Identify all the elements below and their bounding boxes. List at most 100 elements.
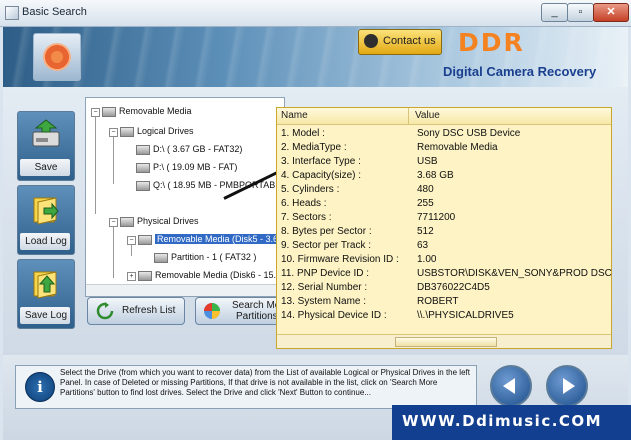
logo-icon	[43, 43, 71, 71]
contact-us-button[interactable]: Contact us	[358, 29, 442, 55]
drive-icon	[136, 180, 150, 191]
tree-item-partition[interactable]: Partition - 1 ( FAT32 )	[154, 252, 256, 263]
property-row: 6. Heads : 255	[277, 197, 611, 211]
back-button[interactable]	[490, 365, 532, 407]
property-value: USBSTOR\DISK&VEN_SONY&PROD DSC	[417, 268, 612, 279]
expand-toggle[interactable]: +	[127, 272, 136, 281]
property-name: 8. Bytes per Sector :	[281, 226, 372, 237]
load-log-label: Load Log	[25, 236, 67, 247]
disk-icon	[120, 216, 134, 227]
property-row: 5. Cylinders : 480	[277, 183, 611, 197]
save-log-button[interactable]: Save Log	[17, 259, 75, 329]
info-box: i Select the Drive (from which you want …	[15, 365, 477, 409]
property-value: ROBERT	[417, 296, 459, 307]
info-text: Select the Drive (from which you want to…	[60, 368, 470, 397]
property-row: 11. PNP Device ID : USBSTOR\DISK&VEN_SONY…	[277, 267, 612, 281]
properties-header: Name Value	[277, 108, 611, 125]
tree-item-p-drive[interactable]: P:\ ( 19.09 MB - FAT)	[136, 162, 237, 173]
next-button[interactable]	[546, 365, 588, 407]
property-row: 2. MediaType : Removable Media	[277, 141, 611, 155]
app-icon	[5, 6, 19, 20]
col-name-header[interactable]: Name	[281, 110, 308, 121]
property-name: 7. Sectors :	[281, 212, 332, 223]
drive-icon	[120, 126, 134, 137]
property-name: 11. PNP Device ID :	[281, 268, 369, 279]
tree-physical-drives[interactable]: Physical Drives	[120, 216, 199, 227]
windows-icon	[204, 303, 220, 319]
properties-horizontal-scrollbar[interactable]	[277, 334, 611, 348]
property-row: 9. Sector per Track : 63	[277, 239, 611, 253]
property-name: 1. Model :	[281, 128, 325, 139]
expand-toggle[interactable]: −	[91, 108, 100, 117]
refresh-list-label: Refresh List	[122, 305, 176, 316]
save-log-label: Save Log	[24, 310, 68, 321]
property-value: Sony DSC USB Device	[417, 128, 521, 139]
drive-icon	[136, 144, 150, 155]
contact-us-label: Contact us	[383, 35, 436, 47]
folder-open-icon	[33, 197, 59, 225]
property-value: 480	[417, 184, 434, 195]
drive-tree[interactable]: − Removable Media − Logical Drives D:\ (…	[85, 97, 285, 297]
load-log-button[interactable]: Load Log	[17, 185, 75, 255]
tree-item-q-drive[interactable]: Q:\ ( 18.95 MB - PMBPORTABLE	[136, 180, 284, 191]
disk-icon	[138, 234, 152, 245]
tree-logical-drives[interactable]: Logical Drives	[120, 126, 194, 137]
watermark-text: WWW.Ddimusic.COM	[402, 412, 603, 430]
arrow-left-icon	[503, 378, 515, 394]
expand-toggle[interactable]: −	[109, 218, 118, 227]
property-name: 2. MediaType :	[281, 142, 347, 153]
computer-icon	[102, 106, 116, 117]
property-row: 10. Firmware Revision ID : 1.00	[277, 253, 611, 267]
drive-properties-panel: Name Value 1. Model : Sony DSC USB Device…	[276, 107, 612, 349]
property-value: 255	[417, 198, 434, 209]
expand-toggle[interactable]: −	[109, 128, 118, 137]
expand-toggle[interactable]: −	[127, 236, 136, 245]
property-value: \\.\PHYSICALDRIVE5	[417, 310, 514, 321]
brand-name: DDR	[458, 28, 525, 57]
minimize-button[interactable]: _	[541, 3, 568, 22]
property-value: Removable Media	[417, 142, 498, 153]
product-name: Digital Camera Recovery	[443, 64, 597, 79]
property-row: 14. Physical Device ID : \\.\PHYSICALDRIV…	[277, 309, 611, 323]
window-title: Basic Search	[22, 6, 87, 18]
close-button[interactable]: ✕	[593, 3, 629, 22]
arrow-right-icon	[563, 378, 575, 394]
save-label: Save	[34, 162, 58, 173]
tree-item-disk5[interactable]: Removable Media (Disk5 - 3.68	[138, 234, 284, 245]
disk-icon	[138, 270, 152, 281]
search-more-partitions-button[interactable]: Search More Partitions	[195, 297, 289, 325]
property-row: 8. Bytes per Sector : 512	[277, 225, 611, 239]
property-name: 5. Cylinders :	[281, 184, 340, 195]
refresh-list-button[interactable]: Refresh List	[87, 297, 185, 325]
refresh-icon	[96, 302, 114, 320]
tree-item-disk6[interactable]: Removable Media (Disk6 - 15.69	[138, 270, 284, 281]
save-button[interactable]: Save	[17, 111, 75, 181]
drive-icon	[136, 162, 150, 173]
maximize-button[interactable]: ▫	[567, 3, 594, 22]
info-icon: i	[25, 372, 55, 402]
tree-horizontal-scrollbar[interactable]	[86, 284, 284, 296]
tree-root[interactable]: Removable Media	[102, 106, 192, 117]
property-row: 3. Interface Type : USB	[277, 155, 611, 169]
folder-save-icon	[33, 271, 57, 299]
property-name: 12. Serial Number :	[281, 282, 368, 293]
property-value: 3.68 GB	[417, 170, 454, 181]
property-row: 13. System Name : ROBERT	[277, 295, 611, 309]
col-value-header[interactable]: Value	[415, 110, 440, 121]
property-name: 10. Firmware Revision ID :	[281, 254, 399, 265]
save-icon	[32, 119, 60, 147]
property-name: 9. Sector per Track :	[281, 240, 372, 251]
property-name: 14. Physical Device ID :	[281, 310, 387, 321]
property-value: 512	[417, 226, 434, 237]
property-row: 12. Serial Number : DB376022C4D5	[277, 281, 611, 295]
app-logo	[33, 33, 81, 81]
property-value: DB376022C4D5	[417, 282, 490, 293]
tree-item-d-drive[interactable]: D:\ ( 3.67 GB - FAT32)	[136, 144, 242, 155]
property-value: 7711200	[417, 212, 456, 223]
scroll-thumb[interactable]	[395, 337, 497, 347]
person-icon	[364, 34, 378, 48]
property-name: 4. Capacity(size) :	[281, 170, 362, 181]
title-bar: Basic Search _ ▫ ✕	[0, 0, 631, 27]
property-row: 1. Model : Sony DSC USB Device	[277, 127, 611, 141]
header-banner: Contact us DDR Digital Camera Recovery	[3, 27, 628, 87]
